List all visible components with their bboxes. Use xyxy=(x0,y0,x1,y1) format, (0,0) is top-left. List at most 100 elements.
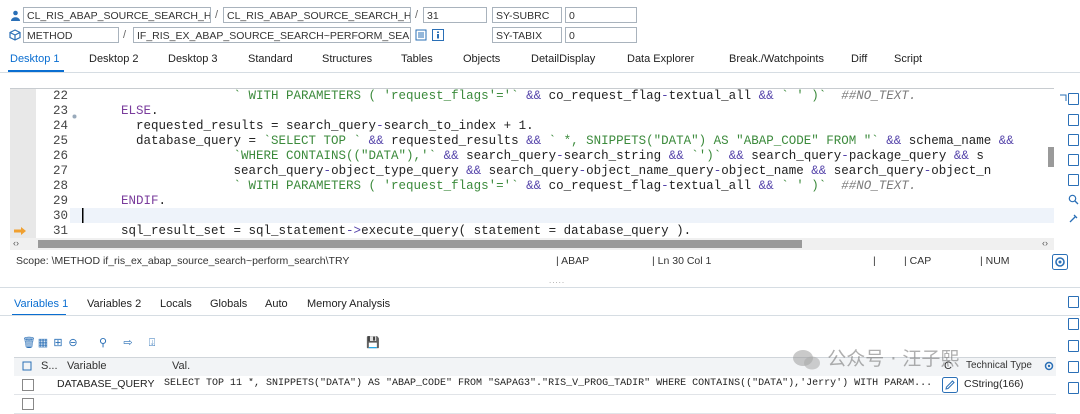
code-line[interactable]: ` WITH PARAMETERS ( 'request_flags'='` &… xyxy=(76,89,917,104)
code-line[interactable]: ELSE. xyxy=(76,104,159,119)
watermark: 公众号 · 汪子熙 xyxy=(792,344,959,371)
scroll-left-icon[interactable]: ‹› xyxy=(13,238,19,248)
row-checkbox[interactable] xyxy=(22,398,34,410)
tab-structures[interactable]: Structures xyxy=(322,53,372,65)
side-panel-icon[interactable] xyxy=(1068,114,1079,126)
column-header-value[interactable]: Val. xyxy=(172,360,190,372)
tree-icon[interactable]: ⊞ xyxy=(52,337,64,349)
import-icon[interactable]: ⍗ xyxy=(146,337,158,349)
settings-gear-icon[interactable] xyxy=(1052,254,1068,273)
code-line[interactable]: search_query-object_type_query && search… xyxy=(76,164,992,179)
tab-locals[interactable]: Locals xyxy=(160,298,192,310)
tab-desktop-1[interactable]: Desktop 1 xyxy=(10,53,60,65)
side-panel-icon[interactable] xyxy=(1068,93,1079,105)
tab-detaildisplay[interactable]: DetailDisplay xyxy=(531,53,595,65)
column-chooser-icon[interactable] xyxy=(22,361,32,374)
row-checkbox[interactable] xyxy=(22,379,34,391)
line-number-field[interactable]: 31 xyxy=(423,7,487,23)
tab-desktop-2[interactable]: Desktop 2 xyxy=(89,53,139,65)
code-token: ` WITH PARAMETERS ( 'request_flags'='` xyxy=(233,179,527,193)
vertical-scrollbar-thumb[interactable] xyxy=(1048,147,1054,167)
method-type-field[interactable]: METHOD xyxy=(23,27,119,43)
column-header-variable[interactable]: Variable xyxy=(67,360,107,372)
table-settings-icon[interactable] xyxy=(1044,361,1054,374)
code-token: && xyxy=(526,89,542,103)
tab-variables-1[interactable]: Variables 1 xyxy=(14,298,68,310)
tab-standard[interactable]: Standard xyxy=(248,53,293,65)
code-line[interactable]: database_query = `SELECT TOP ` && reques… xyxy=(76,134,1014,149)
sy-subrc-value[interactable]: 0 xyxy=(565,7,637,23)
code-token: . xyxy=(151,104,159,118)
wechat-icon xyxy=(792,349,822,371)
editor-right-icon[interactable] xyxy=(1058,93,1068,106)
tab-globals[interactable]: Globals xyxy=(210,298,247,310)
save-icon[interactable]: 💾 xyxy=(366,337,380,349)
line-number: 31 xyxy=(52,224,68,238)
edit-pencil-icon[interactable] xyxy=(942,377,958,396)
code-token: ##NO_TEXT. xyxy=(826,89,917,103)
search-icon[interactable] xyxy=(1068,194,1079,208)
horizontal-scrollbar[interactable]: ‹› xyxy=(10,238,1054,250)
code-token: && xyxy=(668,149,684,163)
code-token: `')` xyxy=(691,149,722,163)
side-panel-icon[interactable] xyxy=(1068,382,1079,394)
splitter-handle[interactable]: ..... xyxy=(549,276,565,285)
column-header-technical-type[interactable]: Technical Type xyxy=(966,360,1032,371)
sy-tabix-value[interactable]: 0 xyxy=(565,27,637,43)
tab-auto[interactable]: Auto xyxy=(265,298,288,310)
side-panel-icon[interactable] xyxy=(1068,361,1079,373)
code-line[interactable]: `WHERE CONTAINS(("DATA"),'` && search_qu… xyxy=(76,149,984,164)
tab-watchpoints[interactable]: Break./Watchpoints xyxy=(729,53,824,65)
filter-icon[interactable]: ⚲ xyxy=(97,337,109,349)
column-header-s[interactable]: S... xyxy=(41,360,58,372)
line-numbers: 22 23 24 25 26 27 28 29 30 31 xyxy=(36,89,70,239)
tab-variables-2[interactable]: Variables 2 xyxy=(87,298,141,310)
tab-diff[interactable]: Diff xyxy=(851,53,867,65)
code-token: && xyxy=(953,149,969,163)
side-panel-icon[interactable] xyxy=(1068,318,1079,330)
table-row[interactable]: DATABASE_QUERY SELECT TOP 11 *, SNIPPETS… xyxy=(14,376,1056,395)
export-icon[interactable]: ⇨ xyxy=(122,337,134,349)
code-token: ELSE xyxy=(121,104,152,118)
delete-icon[interactable]: 🗑 xyxy=(22,337,36,349)
side-panel-icon[interactable] xyxy=(1068,174,1079,186)
list-icon[interactable] xyxy=(415,29,427,44)
table-row[interactable] xyxy=(14,395,1056,414)
remove-icon[interactable]: ⊖ xyxy=(67,337,79,349)
info-icon[interactable] xyxy=(432,29,444,44)
method-name-field[interactable]: IF_RIS_EX_ABAP_SOURCE_SEARCH~PERFORM_SEA… xyxy=(133,27,411,43)
code-editor[interactable]: 22 23 24 25 26 27 28 29 30 31 ` WITH PAR… xyxy=(10,88,1054,239)
code-token: - xyxy=(376,119,384,133)
tab-tables[interactable]: Tables xyxy=(401,53,433,65)
code-line[interactable]: requested_results = search_query-search_… xyxy=(76,119,534,134)
tab-script[interactable]: Script xyxy=(894,53,922,65)
side-panel-icon[interactable] xyxy=(1068,134,1079,146)
side-panel-icon[interactable] xyxy=(1068,154,1079,166)
code-token: requested_results = search_query xyxy=(76,119,377,133)
active-tab-indicator xyxy=(8,70,64,72)
side-panel-icon[interactable] xyxy=(1068,340,1079,352)
class-name-field[interactable]: CL_RIS_ABAP_SOURCE_SEARCH_HAN... xyxy=(23,7,211,23)
code-line[interactable]: ` WITH PARAMETERS ( 'request_flags'='` &… xyxy=(76,179,917,194)
variable-name-cell[interactable]: DATABASE_QUERY xyxy=(57,378,161,390)
line-number: 29 xyxy=(52,194,68,208)
include-name-field[interactable]: CL_RIS_ABAP_SOURCE_SEARCH_HAN... xyxy=(223,7,411,23)
tab-desktop-3[interactable]: Desktop 3 xyxy=(168,53,218,65)
tool-icon[interactable] xyxy=(1068,213,1079,227)
editor-gutter xyxy=(10,89,36,239)
tab-memory-analysis[interactable]: Memory Analysis xyxy=(307,298,390,310)
horizontal-scrollbar-thumb[interactable] xyxy=(38,240,802,248)
code-line[interactable]: sql_result_set = sql_statement->execute_… xyxy=(76,224,691,239)
scroll-right-icon[interactable]: ‹› xyxy=(1042,238,1048,248)
side-panel-icon[interactable] xyxy=(1068,296,1079,308)
variable-value-cell[interactable]: SELECT TOP 11 *, SNIPPETS("DATA") AS "AB… xyxy=(164,378,940,389)
code-line[interactable]: ENDIF. xyxy=(76,194,166,209)
tab-objects[interactable]: Objects xyxy=(463,53,500,65)
grid-icon[interactable]: ▦ xyxy=(37,337,49,349)
tab-data-explorer[interactable]: Data Explorer xyxy=(627,53,694,65)
code-token: ` WITH PARAMETERS ( 'request_flags'='` xyxy=(233,89,527,103)
